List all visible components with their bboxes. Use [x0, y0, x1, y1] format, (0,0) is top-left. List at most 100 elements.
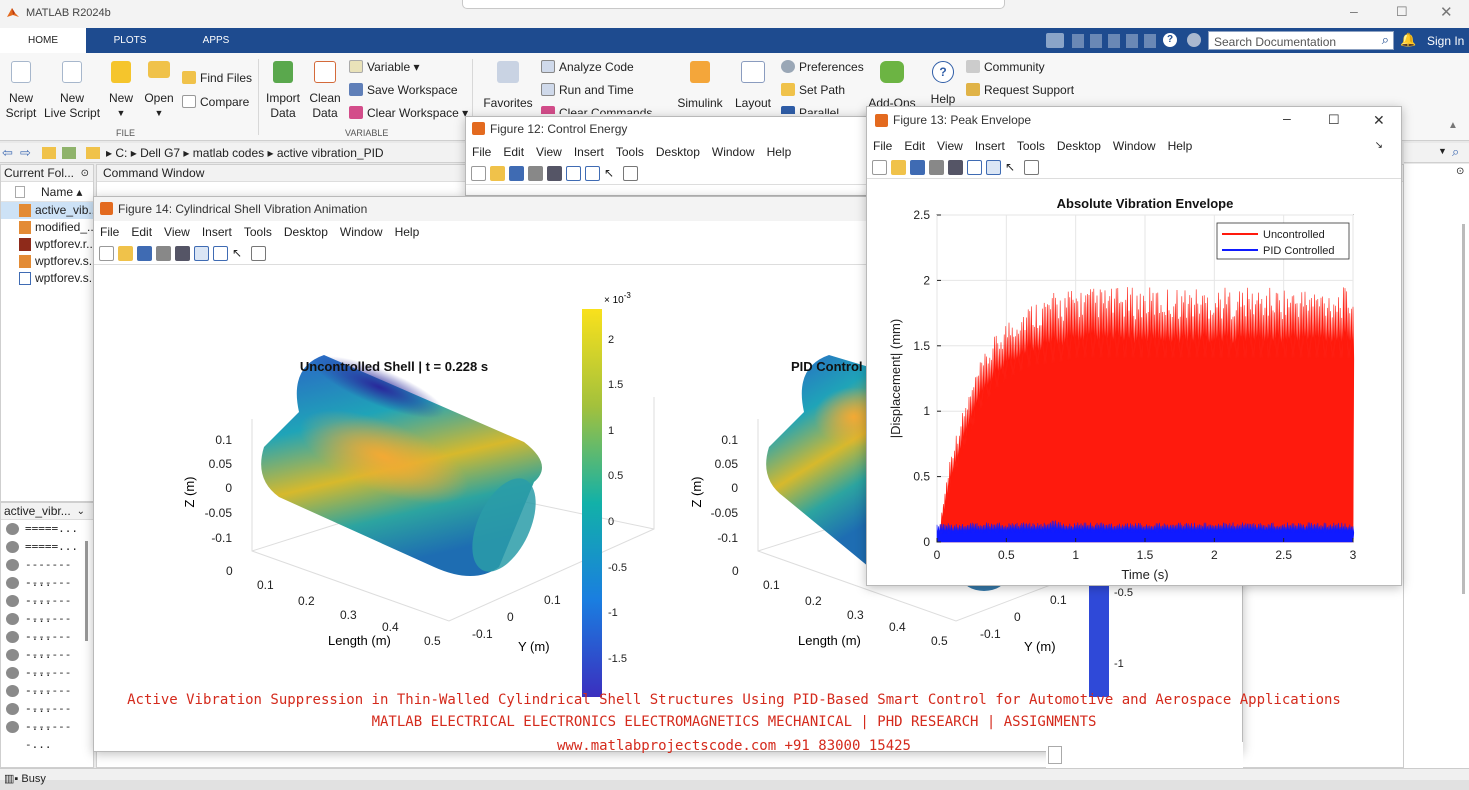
history-item[interactable]: --------...	[1, 718, 93, 751]
print-icon[interactable]	[156, 246, 171, 261]
back-arrow-icon[interactable]: ⇦	[2, 145, 13, 161]
run-and-time-button[interactable]: Run and Time	[541, 83, 634, 97]
file-row[interactable]: wptforev.s...	[1, 270, 99, 287]
search-icon[interactable]: ⌕	[1452, 144, 1459, 160]
history-item[interactable]: --------...	[1, 664, 93, 697]
history-header[interactable]: active_vibr... ⌄	[1, 503, 93, 520]
menu-view[interactable]: View	[536, 145, 562, 159]
open-button[interactable]: Open ▼	[142, 61, 176, 121]
hide-tools-icon[interactable]	[566, 166, 581, 181]
new-live-script-button[interactable]: New Live Script	[44, 61, 100, 121]
history-item[interactable]: --------...	[1, 574, 93, 607]
save-icon[interactable]	[509, 166, 524, 181]
history-item[interactable]: --------...	[1, 700, 93, 733]
dock-icon[interactable]	[585, 166, 600, 181]
menu-insert[interactable]: Insert	[574, 145, 604, 159]
scrollbar[interactable]	[1462, 224, 1465, 594]
tab-plots[interactable]: PLOTS	[100, 28, 160, 53]
notification-bell-icon[interactable]: 🔔	[1400, 32, 1416, 48]
menu-help[interactable]: Help	[395, 225, 420, 239]
property-editor-icon[interactable]	[623, 166, 638, 181]
community-link[interactable]: Community	[966, 60, 1045, 74]
file-row[interactable]: active_vib...	[1, 202, 98, 219]
minimize-button[interactable]: –	[1283, 105, 1291, 131]
menu-desktop[interactable]: Desktop	[284, 225, 328, 239]
import-data-button[interactable]: Import Data	[262, 61, 304, 121]
panel-menu-icon[interactable]: ⊙	[1456, 166, 1464, 177]
settings-icon[interactable]	[1187, 33, 1201, 47]
name-column-header[interactable]: Name ▴	[1, 182, 93, 202]
favorites-button[interactable]: Favorites	[482, 61, 534, 111]
menu-edit[interactable]: Edit	[904, 139, 925, 153]
sign-in-link[interactable]: Sign In	[1427, 34, 1464, 48]
save-icon[interactable]	[910, 160, 925, 175]
menu-edit[interactable]: Edit	[503, 145, 524, 159]
menu-tools[interactable]: Tools	[616, 145, 644, 159]
save-icon[interactable]	[137, 246, 152, 261]
chevron-down-icon[interactable]: ⌄	[77, 503, 85, 520]
dock-icon[interactable]	[986, 160, 1001, 175]
hide-tools-icon[interactable]	[194, 246, 209, 261]
compare-button[interactable]: Compare	[182, 95, 249, 109]
menu-tools[interactable]: Tools	[244, 225, 272, 239]
maximize-button[interactable]: ☐	[1396, 4, 1408, 20]
property-editor-icon[interactable]	[1024, 160, 1039, 175]
variable-dropdown[interactable]: Variable ▾	[349, 60, 420, 74]
path-segment[interactable]: C:	[115, 146, 127, 160]
layout-button[interactable]: Layout	[734, 61, 772, 111]
menu-tools[interactable]: Tools	[1017, 139, 1045, 153]
help-button[interactable]: ? Help	[928, 61, 958, 107]
history-item[interactable]: --------...	[1, 610, 93, 643]
open-icon[interactable]	[490, 166, 505, 181]
quick-access-toolbar[interactable]	[1072, 34, 1162, 48]
pointer-icon[interactable]: ↖	[232, 246, 247, 261]
menu-file[interactable]: File	[472, 145, 491, 159]
scrollbar[interactable]	[85, 541, 88, 641]
clear-workspace-button[interactable]: Clear Workspace ▾	[349, 106, 468, 120]
tab-home[interactable]: HOME	[0, 28, 86, 53]
request-support-link[interactable]: Request Support	[966, 83, 1074, 97]
forward-arrow-icon[interactable]: ⇨	[20, 145, 31, 161]
menu-window[interactable]: Window	[1113, 139, 1156, 153]
menu-insert[interactable]: Insert	[975, 139, 1005, 153]
menu-file[interactable]: File	[100, 225, 119, 239]
minimize-button[interactable]: –	[1350, 3, 1358, 19]
panel-menu-icon[interactable]: ⊙	[81, 165, 89, 182]
menu-view[interactable]: View	[937, 139, 963, 153]
find-files-button[interactable]: Find Files	[182, 71, 252, 85]
open-icon[interactable]	[118, 246, 133, 261]
analyze-code-button[interactable]: Analyze Code	[541, 60, 634, 74]
add-ons-button[interactable]: Add-Ons	[866, 61, 918, 111]
menu-help[interactable]: Help	[767, 145, 792, 159]
hide-tools-icon[interactable]	[967, 160, 982, 175]
property-editor-icon[interactable]	[251, 246, 266, 261]
clear-commands-button[interactable]: Clear Commands	[541, 106, 652, 114]
menu-edit[interactable]: Edit	[131, 225, 152, 239]
close-button[interactable]: ✕	[1373, 107, 1385, 133]
new-figure-icon[interactable]	[872, 160, 887, 175]
history-item[interactable]: --------...	[1, 682, 93, 715]
path-segment[interactable]: matlab codes	[193, 146, 264, 160]
open-icon[interactable]	[891, 160, 906, 175]
browse-folder-icon[interactable]	[62, 147, 76, 159]
menu-desktop[interactable]: Desktop	[1057, 139, 1101, 153]
print-icon[interactable]	[929, 160, 944, 175]
parallel-dropdown[interactable]: Parallel	[781, 106, 839, 114]
collapse-toolstrip-icon[interactable]: ▲	[1448, 120, 1469, 140]
title-search-box[interactable]	[462, 0, 1005, 9]
link-icon[interactable]	[547, 166, 562, 181]
breadcrumb[interactable]: ▸ C: ▸ Dell G7 ▸ matlab codes ▸ active v…	[106, 146, 384, 160]
save-workspace-button[interactable]: Save Workspace	[349, 83, 458, 97]
history-item[interactable]: --------...	[1, 556, 93, 589]
new-script-button[interactable]: New Script	[2, 61, 40, 121]
pointer-icon[interactable]: ↖	[1005, 160, 1020, 175]
history-item[interactable]: --------...	[1, 592, 93, 625]
pointer-icon[interactable]: ↖	[604, 166, 619, 181]
menu-help[interactable]: Help	[1168, 139, 1193, 153]
dock-icon[interactable]	[213, 246, 228, 261]
help-icon[interactable]: ?	[1163, 33, 1177, 47]
menu-expand-icon[interactable]: ↘	[1375, 135, 1383, 157]
clean-data-button[interactable]: Clean Data	[306, 61, 344, 121]
tab-apps[interactable]: APPS	[188, 28, 244, 53]
file-row[interactable]: modified_...	[1, 219, 97, 236]
